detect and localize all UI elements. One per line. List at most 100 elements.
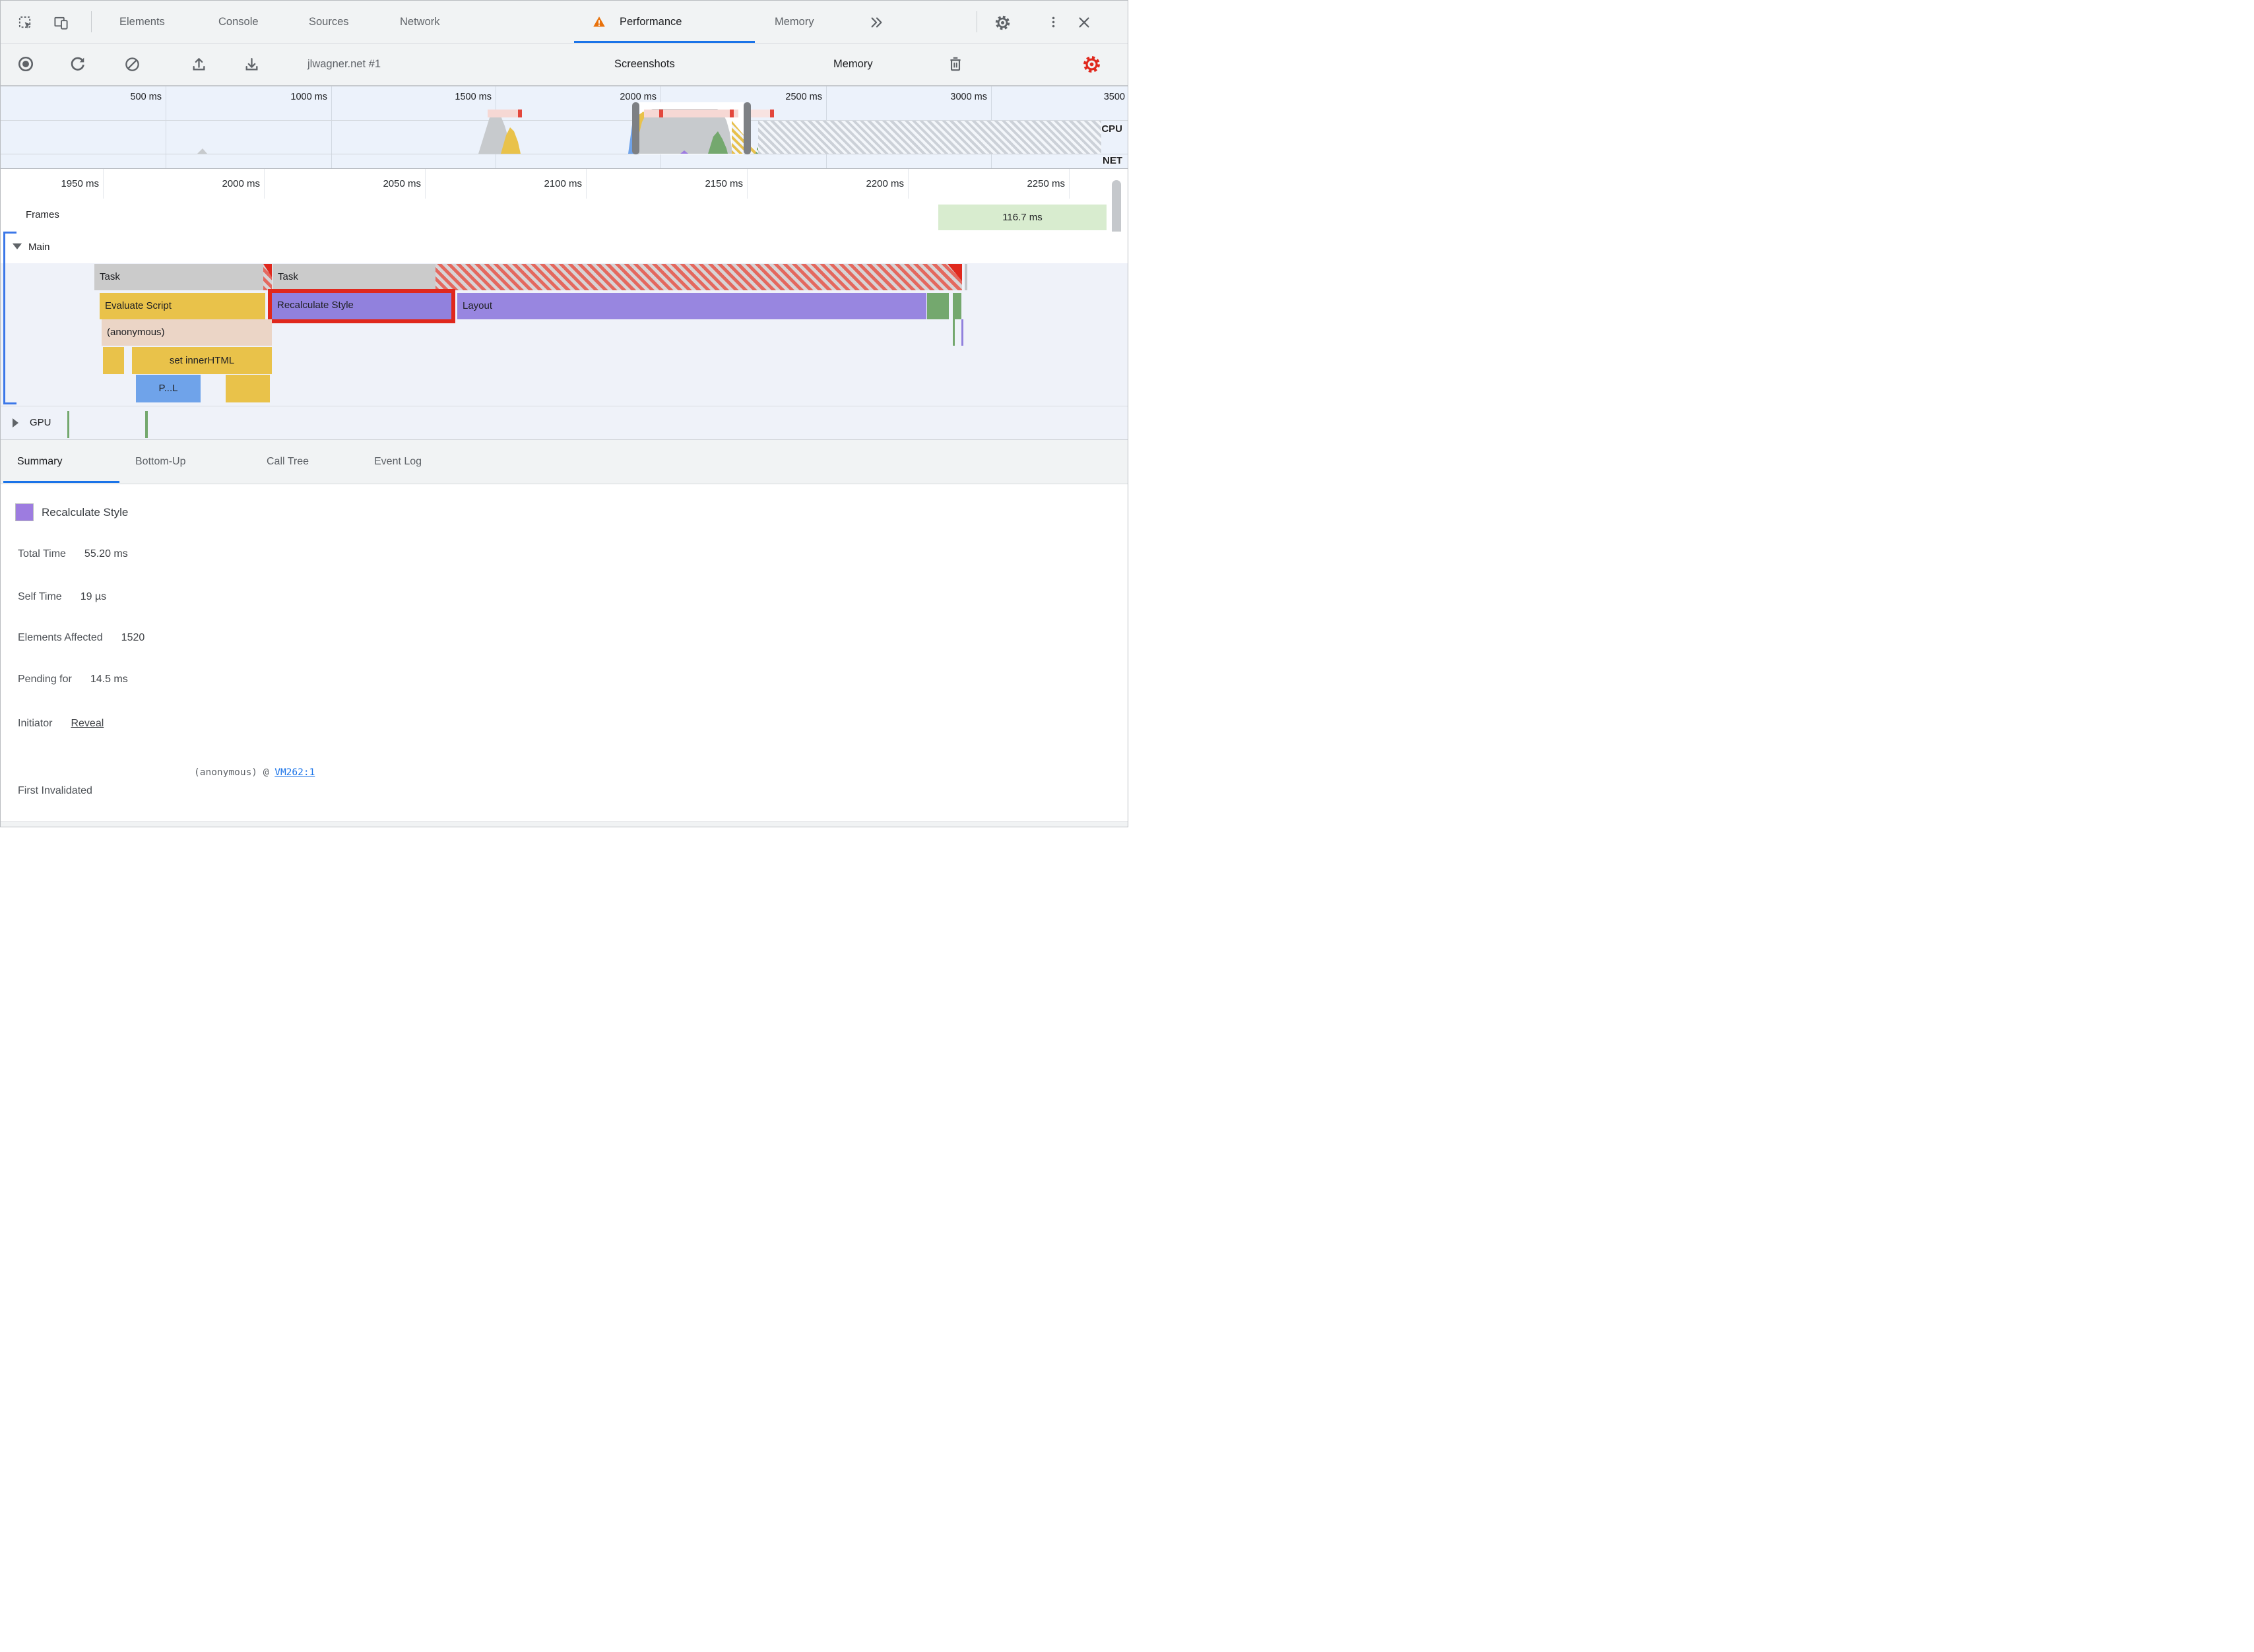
- gpu-track[interactable]: GPU: [1, 406, 1128, 440]
- long-task-tick: [770, 110, 774, 117]
- flame-bar-render-sliver[interactable]: [961, 319, 963, 346]
- long-task-tick: [659, 110, 663, 117]
- details-tabbar: Summary Bottom-Up Call Tree Event Log: [1, 439, 1128, 484]
- selection-handle-right[interactable]: [744, 102, 751, 154]
- track-selection-bracket-cap: [3, 402, 16, 404]
- record-icon[interactable]: [17, 55, 34, 73]
- session-select[interactable]: jlwagner.net #1: [307, 44, 381, 85]
- flame-bar-script-small-2[interactable]: [226, 375, 270, 402]
- first-invalidated-source-link[interactable]: VM262:1: [274, 767, 315, 778]
- flame-bar-recalculate-style[interactable]: Recalculate Style: [268, 289, 455, 323]
- device-toolbar-icon[interactable]: [53, 15, 69, 30]
- flame-bar-layout[interactable]: Layout: [457, 293, 926, 319]
- flame-bar-paint[interactable]: [927, 293, 949, 319]
- frame-duration-badge[interactable]: 116.7 ms: [938, 205, 1107, 230]
- tab-memory[interactable]: Memory: [775, 1, 814, 43]
- first-invalidated-label-text: First Invalidated: [18, 785, 92, 796]
- more-tabs-icon[interactable]: [869, 15, 885, 30]
- flame-bar-set-innerhtml[interactable]: set innerHTML: [132, 347, 272, 374]
- tab-elements[interactable]: Elements: [119, 1, 165, 43]
- long-task-marker: [644, 110, 738, 117]
- ruler-tick-2150: 2150 ms: [705, 178, 743, 189]
- self-time-label: Self Time: [18, 591, 62, 602]
- reload-record-icon[interactable]: [69, 55, 86, 73]
- timeline-overview[interactable]: 500 ms 1000 ms 1500 ms 2000 ms 2500 ms 3…: [1, 86, 1128, 169]
- total-time-label: Total Time: [18, 548, 66, 559]
- tab-network[interactable]: Network: [400, 1, 440, 43]
- pending-for-label: Pending for: [18, 674, 72, 685]
- pending-for-value: 14.5 ms: [90, 674, 128, 685]
- frames-track-label: Frames: [26, 209, 59, 220]
- capture-settings-gear-icon[interactable]: [1081, 54, 1101, 74]
- gpu-expander-icon[interactable]: [13, 418, 18, 428]
- long-task-tick: [730, 110, 734, 117]
- initiator-reveal-link[interactable]: Reveal: [71, 718, 104, 729]
- warning-icon: [593, 15, 606, 28]
- main-expander-icon[interactable]: [13, 243, 22, 249]
- elements-affected-row: Elements Affected 1520: [18, 632, 145, 644]
- flame-bar-evaluate-script[interactable]: Evaluate Script: [100, 293, 265, 319]
- selection-handle-left[interactable]: [632, 102, 639, 154]
- window-bottom-strip: [1, 821, 1128, 827]
- flame-bar-task-2-overrun[interactable]: [435, 264, 962, 290]
- tabbar-separator: [91, 11, 92, 32]
- track-selection-bracket-cap: [3, 232, 16, 234]
- devtools-tabbar: Elements Console Sources Network Perform…: [1, 1, 1128, 44]
- download-profile-icon[interactable]: [243, 55, 260, 73]
- total-time-row: Total Time 55.20 ms: [18, 548, 128, 560]
- flame-bar-paint[interactable]: [953, 293, 961, 319]
- tab-console[interactable]: Console: [218, 1, 259, 43]
- total-time-value: 55.20 ms: [84, 548, 128, 559]
- elements-affected-label: Elements Affected: [18, 632, 103, 643]
- settings-gear-icon[interactable]: [994, 14, 1011, 31]
- tab-event-log[interactable]: Event Log: [374, 440, 422, 484]
- ruler-tick-2250: 2250 ms: [1027, 178, 1065, 189]
- track-selection-bracket: [3, 232, 5, 404]
- main-track-header[interactable]: Main: [1, 232, 1128, 263]
- trash-icon[interactable]: [946, 55, 965, 73]
- flame-bar-parse-html[interactable]: P...L: [136, 375, 201, 402]
- event-title: Recalculate Style: [42, 506, 129, 519]
- net-strip-label: NET: [1103, 155, 1122, 166]
- initiator-row: Initiator Reveal: [18, 718, 104, 730]
- summary-pane: Recalculate Style Total Time 55.20 ms Sel…: [1, 484, 1128, 821]
- cpu-strip-label: CPU: [1101, 123, 1122, 135]
- long-task-marker: [751, 110, 774, 117]
- flame-bar-paint-sliver[interactable]: [953, 319, 955, 346]
- tab-call-tree[interactable]: Call Tree: [267, 440, 309, 484]
- long-task-corner: [263, 264, 272, 277]
- clear-icon[interactable]: [123, 55, 141, 73]
- upload-profile-icon[interactable]: [190, 55, 207, 73]
- flame-bar-task-sliver[interactable]: [965, 264, 967, 290]
- flame-bar-anonymous[interactable]: (anonymous): [102, 319, 272, 346]
- ruler-tick-2050: 2050 ms: [383, 178, 421, 189]
- ruler-tick-2000: 2000 ms: [222, 178, 260, 189]
- long-task-tick: [518, 110, 522, 117]
- tab-bottom-up[interactable]: Bottom-Up: [135, 440, 185, 484]
- flame-bar-task-2[interactable]: Task: [273, 264, 435, 290]
- tab-summary[interactable]: Summary: [17, 440, 62, 484]
- kebab-menu-icon[interactable]: [1046, 15, 1060, 29]
- tab-sources[interactable]: Sources: [309, 1, 349, 43]
- active-details-tab-underline: [3, 480, 119, 483]
- long-task-corner: [948, 264, 962, 281]
- flame-bar-task-1-overrun[interactable]: [263, 264, 272, 290]
- screenshots-label[interactable]: Screenshots: [614, 44, 675, 85]
- ruler-tick-1950: 1950 ms: [61, 178, 99, 189]
- main-track-label[interactable]: Main: [28, 232, 50, 263]
- ruler-tick-2100: 2100 ms: [544, 178, 582, 189]
- gpu-track-label[interactable]: GPU: [30, 406, 51, 439]
- devtools-window: Elements Console Sources Network Perform…: [0, 0, 1128, 827]
- elements-affected-value: 1520: [121, 632, 145, 643]
- initiator-label: Initiator: [18, 718, 53, 729]
- flame-bar-script-small[interactable]: [103, 347, 124, 374]
- first-invalidated-label: First Invalidated: [18, 785, 92, 797]
- gpu-activity-bar: [67, 411, 69, 438]
- active-tab-underline: [574, 40, 755, 43]
- close-icon[interactable]: [1076, 15, 1092, 30]
- inspect-element-icon[interactable]: [17, 15, 33, 30]
- flame-bar-task-1[interactable]: Task: [94, 264, 263, 290]
- memory-label[interactable]: Memory: [833, 44, 873, 85]
- pending-for-row: Pending for 14.5 ms: [18, 674, 128, 685]
- tab-performance[interactable]: Performance: [620, 1, 682, 43]
